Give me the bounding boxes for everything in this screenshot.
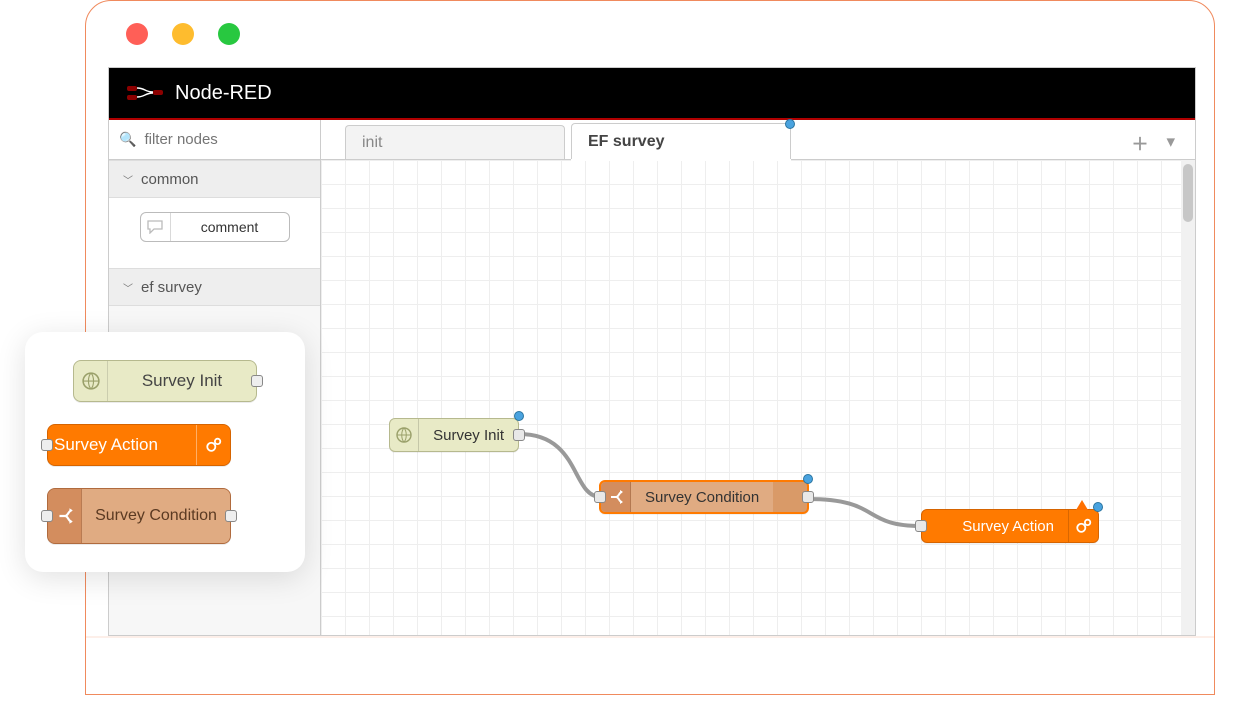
add-tab-button[interactable]: ＋	[1131, 130, 1148, 155]
divider	[86, 636, 1214, 638]
palette-category-label: common	[141, 171, 199, 188]
wire-init-to-condition	[321, 160, 1215, 660]
node-label: Survey Condition	[82, 489, 230, 543]
search-icon: 🔍	[119, 131, 136, 148]
node-survey-action[interactable]: Survey Action	[921, 509, 1099, 543]
node-survey-init[interactable]: Survey Init	[389, 418, 519, 452]
input-port[interactable]	[915, 520, 927, 532]
window-titlebar	[86, 1, 1214, 66]
app-header: Node-RED	[109, 68, 1195, 120]
gears-icon	[1068, 510, 1098, 542]
editor: init EF survey ＋ ▾	[321, 120, 1195, 635]
tab-ef-survey[interactable]: EF survey	[571, 123, 791, 159]
output-port[interactable]	[513, 429, 525, 441]
branch-icon	[48, 489, 82, 543]
node-label: Survey Action	[48, 435, 196, 455]
palette-category-body: comment	[109, 198, 320, 268]
globe-icon	[74, 361, 108, 401]
palette-node-survey-action[interactable]: Survey Action	[47, 424, 231, 466]
output-port[interactable]	[225, 510, 237, 522]
filter-input[interactable]	[142, 130, 310, 149]
input-port[interactable]	[594, 491, 606, 503]
scrollbar-vertical[interactable]	[1181, 160, 1195, 635]
wire-condition-to-action	[321, 160, 1215, 660]
palette-category-label: ef survey	[141, 279, 202, 296]
changed-indicator-icon	[1093, 502, 1103, 512]
node-survey-condition[interactable]: Survey Condition	[599, 480, 809, 514]
gears-icon	[196, 425, 230, 465]
node-label: Survey Condition	[631, 482, 773, 512]
tab-menu-button[interactable]: ▾	[1166, 132, 1175, 152]
changed-indicator-icon	[514, 411, 524, 421]
palette-node-survey-condition[interactable]: Survey Condition	[47, 488, 231, 544]
globe-icon	[390, 419, 419, 451]
input-port[interactable]	[41, 510, 53, 522]
app-title: Node-RED	[175, 82, 272, 105]
palette-category-common[interactable]: ﹀ common	[109, 160, 320, 198]
palette-category-efsurvey[interactable]: ﹀ ef survey	[109, 268, 320, 306]
unsaved-indicator-icon	[785, 119, 795, 129]
node-label: Survey Action	[922, 518, 1068, 535]
changed-indicator-icon	[803, 474, 813, 484]
palette-node-comment[interactable]: comment	[140, 212, 290, 242]
scrollbar-thumb[interactable]	[1183, 164, 1193, 222]
input-port[interactable]	[41, 439, 53, 451]
output-port[interactable]	[251, 375, 263, 387]
flow-canvas[interactable]: Survey Init Survey Condition	[321, 160, 1195, 635]
tab-label: EF survey	[588, 133, 664, 151]
window-close-dot[interactable]	[126, 23, 148, 45]
window-zoom-dot[interactable]	[218, 23, 240, 45]
output-port[interactable]	[802, 491, 814, 503]
chevron-down-icon: ﹀	[123, 280, 133, 295]
tab-actions: ＋ ▾	[1131, 125, 1195, 159]
tab-init[interactable]: init	[345, 125, 565, 159]
tab-label: init	[362, 134, 382, 152]
nodered-logo-icon	[127, 83, 163, 103]
palette-node-label: comment	[171, 219, 289, 235]
window-minimize-dot[interactable]	[172, 23, 194, 45]
error-indicator-icon	[1076, 500, 1088, 510]
palette-filter[interactable]: 🔍	[109, 120, 320, 160]
node-label: Survey Init	[108, 371, 256, 391]
tab-bar: init EF survey ＋ ▾	[321, 120, 1195, 160]
node-label: Survey Init	[419, 427, 518, 444]
comment-icon	[141, 213, 171, 241]
chevron-down-icon: ﹀	[123, 172, 133, 187]
palette-preview-card: Survey Init Survey Action Survey Conditi…	[25, 332, 305, 572]
palette-node-survey-init[interactable]: Survey Init	[73, 360, 257, 402]
